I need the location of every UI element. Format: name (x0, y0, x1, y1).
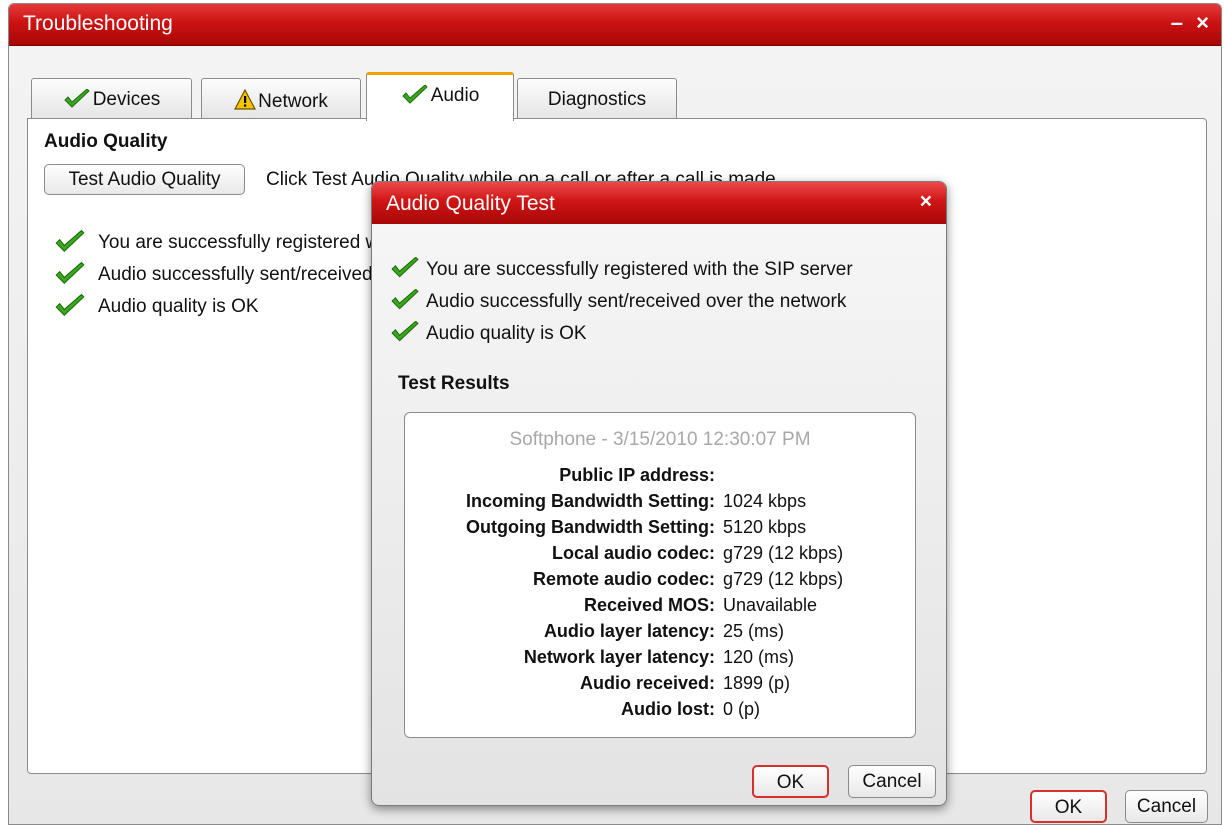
result-row-incoming-bandwidth: Incoming Bandwidth Setting: 1024 kbps (466, 491, 807, 511)
result-row-audio-received: Audio received: 1899 (p) (579, 673, 791, 693)
ok-button[interactable]: OK (1030, 790, 1107, 823)
tab-devices[interactable]: Devices (31, 78, 192, 120)
minimize-button[interactable]: – (1171, 10, 1183, 36)
dialog-title: Audio Quality Test (386, 192, 555, 215)
window-title: Troubleshooting (23, 12, 173, 35)
check-icon (390, 257, 420, 279)
tab-diagnostics[interactable]: Diagnostics (517, 78, 677, 120)
result-row-received-mos: Received MOS: Unavailable (583, 595, 818, 615)
check-icon (390, 321, 420, 343)
test-results-title: Test Results (398, 373, 510, 394)
check-icon (54, 230, 86, 254)
result-row-remote-codec: Remote audio codec: g729 (12 kbps) (532, 569, 844, 589)
warning-icon (234, 89, 257, 111)
list-item: You are successfully registered with the… (390, 257, 853, 291)
tab-network[interactable]: Network (201, 78, 361, 120)
dialog-status-list: You are successfully registered with the… (390, 257, 853, 355)
list-item: Audio successfully sent/received over th… (390, 289, 853, 323)
result-row-network-latency: Network layer latency: 120 (ms) (523, 647, 795, 667)
result-row-outgoing-bandwidth: Outgoing Bandwidth Setting: 5120 kbps (466, 517, 807, 537)
check-icon (54, 262, 86, 286)
result-row-local-codec: Local audio codec: g729 (12 kbps) (551, 543, 844, 563)
dialog-ok-button[interactable]: OK (752, 765, 829, 798)
result-row-audio-lost: Audio lost: 0 (p) (621, 699, 761, 719)
section-title: Audio Quality (44, 131, 168, 152)
dialog-close-button[interactable]: × (920, 190, 932, 214)
audio-quality-test-dialog: Audio Quality Test × You are successfull… (371, 181, 947, 806)
check-icon (63, 89, 91, 109)
close-button[interactable]: × (1196, 10, 1209, 36)
results-grid: Public IP address: Incoming Bandwidth Se… (405, 465, 915, 725)
check-icon (401, 85, 429, 105)
result-row-public-ip: Public IP address: (559, 465, 715, 485)
dialog-cancel-button[interactable]: Cancel (848, 765, 936, 798)
check-icon (54, 294, 86, 318)
list-item: Audio quality is OK (390, 321, 853, 355)
dialog-title-bar[interactable]: Audio Quality Test × (372, 182, 946, 224)
check-icon (390, 289, 420, 311)
result-row-audio-latency: Audio layer latency: 25 (ms) (543, 621, 785, 641)
cancel-button[interactable]: Cancel (1125, 790, 1208, 823)
test-audio-quality-button[interactable]: Test Audio Quality (44, 164, 245, 195)
title-bar[interactable]: Troubleshooting – × (9, 4, 1221, 46)
test-results-box: Softphone - 3/15/2010 12:30:07 PM Public… (404, 412, 916, 738)
tab-audio[interactable]: Audio (366, 72, 514, 121)
results-header: Softphone - 3/15/2010 12:30:07 PM (509, 429, 811, 450)
